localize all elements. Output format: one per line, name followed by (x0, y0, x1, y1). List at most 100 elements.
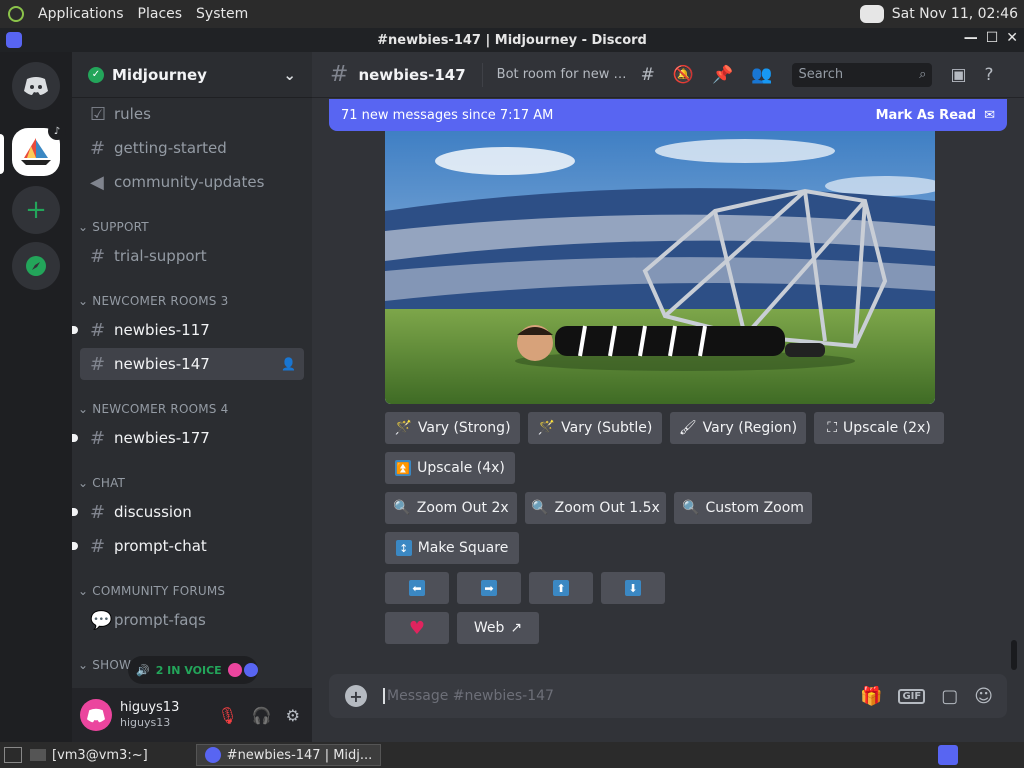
taskbar-discord[interactable]: #newbies-147 | Midj... (195, 744, 382, 766)
discord-tray-icon[interactable] (859, 5, 884, 23)
channel-label: newbies-177 (114, 429, 210, 447)
user-tag: higuys13 (120, 716, 171, 729)
gif-icon[interactable]: GIF (898, 688, 926, 704)
upscale-4x-button[interactable]: ⏫ Upscale (4x) (385, 452, 515, 484)
chat-scrollbar[interactable] (1011, 640, 1017, 670)
add-server-button[interactable]: + (12, 186, 60, 234)
help-icon[interactable]: ? (985, 65, 994, 85)
avatar[interactable] (80, 699, 112, 731)
direct-messages-button[interactable] (12, 62, 60, 110)
megaphone-icon: ◀ (90, 171, 104, 193)
menu-places[interactable]: Places (138, 6, 183, 22)
zoom-out-2x-button[interactable]: 🔍 Zoom Out 2x (385, 492, 517, 524)
minimize-button[interactable]: — (964, 30, 978, 46)
vary-subtle-button[interactable]: 🪄 Vary (Subtle) (528, 412, 662, 444)
sticker-icon[interactable]: ▢ (941, 686, 958, 707)
message-input[interactable] (383, 688, 823, 704)
generated-image[interactable] (385, 131, 935, 404)
threads-icon[interactable]: # (641, 65, 655, 85)
custom-zoom-button[interactable]: 🔍 Custom Zoom (674, 492, 812, 524)
taskbar-terminal[interactable]: [vm3@vm3:~] (22, 744, 156, 766)
show-desktop-icon[interactable] (4, 747, 22, 763)
invite-user-icon[interactable]: 👤 (281, 357, 296, 371)
emoji-smiley-icon[interactable]: ☺ (974, 686, 993, 707)
channel-rules[interactable]: ☑ rules (80, 98, 304, 130)
close-button[interactable]: ✕ (1006, 30, 1018, 46)
clock[interactable]: Sat Nov 11, 02:46 (892, 6, 1018, 22)
headphones-icon[interactable]: 🎧 (252, 706, 272, 725)
arrow-up-icon: ⬆ (553, 580, 569, 596)
maximize-button[interactable]: ☐ (986, 30, 999, 46)
channel-trial-support[interactable]: # trial-support (80, 240, 304, 272)
taskbar-label: [vm3@vm3:~] (52, 747, 148, 763)
expand-icon: ⛶ (827, 420, 838, 436)
username[interactable]: higuys13 (120, 700, 179, 715)
channel-prompt-faqs[interactable]: 💬 prompt-faqs (80, 604, 304, 636)
discord-logo-icon (87, 708, 105, 722)
category-support[interactable]: ⌄ SUPPORT (78, 220, 149, 234)
mute-mic-icon[interactable]: 🎙 (217, 706, 237, 725)
pan-left-button[interactable]: ⬅ (385, 572, 449, 604)
threads-hash-icon: # (90, 319, 106, 341)
channel-topic[interactable]: Bot room for new us... (497, 67, 629, 82)
category-newcomer-rooms-3[interactable]: ⌄ NEWCOMER ROOMS 3 (78, 294, 228, 308)
menu-system[interactable]: System (196, 6, 248, 22)
channel-getting-started[interactable]: # getting-started (80, 132, 304, 164)
favorite-heart-button[interactable]: ♥ (385, 612, 449, 644)
search-input[interactable]: Search (798, 67, 843, 82)
category-community-forums[interactable]: ⌄ COMMUNITY FORUMS (78, 584, 225, 598)
discord-logo-icon (24, 77, 48, 95)
member-list-icon[interactable]: 👥 (751, 65, 772, 85)
button-label: Vary (Subtle) (561, 420, 653, 436)
menu-applications[interactable]: Applications (38, 6, 124, 22)
channel-newbies-177[interactable]: # newbies-177 (72, 422, 304, 454)
window-title: #newbies-147 | Midjourney - Discord (377, 32, 647, 48)
zoom-out-1-5x-button[interactable]: 🔍 Zoom Out 1.5x (525, 492, 666, 524)
distro-logo-icon[interactable] (8, 6, 24, 22)
mark-as-read-button[interactable]: Mark As Read ✉ (876, 108, 995, 123)
vary-strong-button[interactable]: 🪄 Vary (Strong) (385, 412, 520, 444)
pan-up-button[interactable]: ⬆ (529, 572, 593, 604)
channel-discussion[interactable]: # discussion (72, 496, 304, 528)
web-link-button[interactable]: Web ↗ (457, 612, 539, 644)
vary-region-button[interactable]: 🖌 Vary (Region) (670, 412, 806, 444)
make-square-button[interactable]: ↕ Make Square (385, 532, 519, 564)
speaker-icon: 🔊 (136, 663, 150, 677)
gift-icon[interactable]: 🎁 (860, 686, 882, 707)
unread-indicator (72, 326, 78, 334)
pan-right-button[interactable]: ➡ (457, 572, 521, 604)
category-newcomer-rooms-4[interactable]: ⌄ NEWCOMER ROOMS 4 (78, 402, 228, 416)
new-messages-banner[interactable]: 71 new messages since 7:17 AM Mark As Re… (329, 99, 1007, 131)
upscale-2x-button[interactable]: ⛶ Upscale (2x) (814, 412, 944, 444)
server-header[interactable]: ✓ Midjourney ⌄ (72, 52, 312, 98)
up-down-arrow-icon: ↕ (395, 540, 412, 556)
discord-tray-icon[interactable] (938, 745, 958, 765)
channel-title: newbies-147 (358, 65, 466, 84)
channel-newbies-147[interactable]: # newbies-147 👤 (80, 348, 304, 380)
discord-app-icon (204, 747, 221, 763)
channel-prompt-chat[interactable]: # prompt-chat (72, 530, 304, 562)
hash-icon: # (90, 245, 106, 267)
mark-as-read-label: Mark As Read (875, 107, 977, 123)
gear-icon[interactable]: ⚙ (286, 706, 300, 725)
inbox-icon[interactable]: ▣ (950, 65, 966, 85)
new-messages-text: 71 new messages since 7:17 AM (341, 107, 554, 123)
server-midjourney[interactable]: ♪ (12, 122, 66, 176)
explore-servers-button[interactable] (12, 242, 60, 290)
mark-read-icon: ✉ (984, 107, 995, 123)
button-label: Upscale (4x) (417, 460, 505, 476)
channel-header: # newbies-147 Bot room for new us... # 🔕… (312, 52, 1024, 98)
channel-community-updates[interactable]: ◀ community-updates (80, 166, 304, 198)
voice-activity-chip[interactable]: 🔊 2 IN VOICE (128, 656, 258, 684)
stadium-scene-image (385, 131, 935, 404)
attach-plus-icon[interactable]: + (345, 685, 367, 707)
pin-icon[interactable]: 📌 (712, 65, 733, 85)
channel-label: newbies-117 (114, 321, 210, 339)
channel-newbies-117[interactable]: # newbies-117 (72, 314, 304, 346)
category-chat[interactable]: ⌄ CHAT (78, 476, 125, 490)
threads-hash-icon: # (90, 353, 106, 375)
notification-bell-muted-icon[interactable]: 🔕 (673, 65, 694, 85)
button-label: Vary (Region) (702, 420, 798, 436)
search-box[interactable]: Search ⌕ (792, 62, 933, 87)
pan-down-button[interactable]: ⬇ (601, 572, 665, 604)
